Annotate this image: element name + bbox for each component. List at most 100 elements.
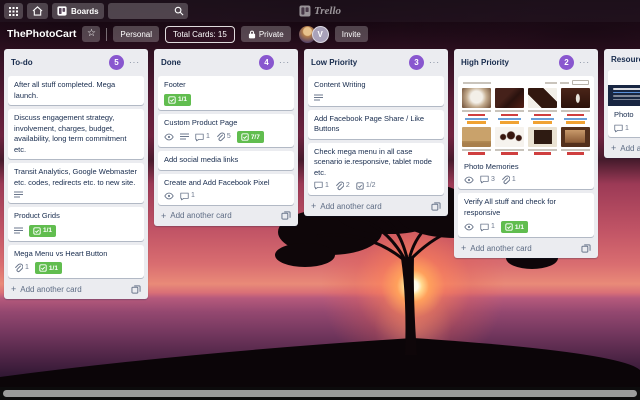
member-avatar-v[interactable]: V [312, 26, 329, 43]
card-template-icon[interactable] [131, 285, 141, 294]
card[interactable]: Create and Add Facebook Pixel 1 [158, 174, 294, 205]
watch-icon [464, 223, 474, 231]
personal-button-label: Personal [120, 30, 152, 39]
trello-logo[interactable]: Trello [299, 0, 341, 22]
card[interactable]: Discuss engagement strategy, involvement… [8, 109, 144, 159]
card[interactable]: Photo 1 [608, 70, 640, 137]
card-badges [314, 94, 438, 102]
list-name[interactable]: To-do [11, 58, 105, 67]
boards-icon [57, 6, 67, 16]
home-button[interactable] [27, 3, 48, 19]
card[interactable]: Check mega menu in all case scenario ie.… [308, 143, 444, 196]
checklist-badge: 1/1 [501, 221, 528, 233]
card-title: Create and Add Facebook Pixel [164, 178, 288, 189]
card-title: Mega Menu vs Heart Button [14, 249, 138, 260]
visibility-button[interactable]: Private [241, 26, 291, 42]
list-resources: Resources Photo 1 + Add another card [604, 49, 640, 158]
comment-icon: 1 [480, 222, 495, 232]
checklist-badge: 7/7 [237, 131, 264, 143]
card-title: Photo Memories [464, 162, 588, 173]
board-header: ThePhotoCart ☆ Personal Total Cards: 15 … [0, 22, 640, 46]
card[interactable]: Transit Analytics, Google Webmaster etc.… [8, 163, 144, 203]
add-card-button[interactable]: + Add another card [608, 141, 640, 155]
product-thumb [462, 88, 491, 124]
add-card-button[interactable]: + Add another card [8, 282, 144, 296]
card-badges: 1 [614, 124, 640, 134]
star-board-button[interactable]: ☆ [82, 26, 100, 42]
card-badges: 1/1 [164, 94, 288, 106]
list-name[interactable]: Resources [611, 55, 640, 64]
card-title: Discuss engagement strategy, involvement… [14, 113, 138, 155]
list-name[interactable]: High Priority [461, 58, 555, 67]
card-cover-product-grid [458, 76, 594, 158]
card-badges: 1 2 1/2 [314, 181, 438, 191]
checklist-badge: 1/1 [164, 94, 191, 106]
card-title: Transit Analytics, Google Webmaster etc.… [14, 167, 138, 188]
card-badges: 1 [164, 191, 288, 201]
trello-logo-icon [299, 5, 311, 17]
add-card-button[interactable]: + Add another card [308, 199, 444, 213]
card-count-badge: 5 [109, 55, 124, 70]
add-card-label: Add another card [470, 244, 577, 253]
watch-icon [164, 192, 174, 200]
list-todo: To-do 5 ··· After all stuff completed. M… [4, 49, 148, 299]
plus-icon: + [11, 284, 16, 294]
card[interactable]: Footer 1/1 [158, 76, 294, 110]
card[interactable]: Mega Menu vs Heart Button 1 1/1 [8, 245, 144, 279]
list-menu-button[interactable]: ··· [428, 58, 441, 67]
horizontal-scrollbar-thumb[interactable] [3, 390, 637, 397]
add-card-button[interactable]: + Add another card [158, 209, 294, 223]
watch-icon [164, 133, 174, 141]
card[interactable]: Content Writing [308, 76, 444, 106]
search-input[interactable] [108, 3, 188, 19]
product-thumb [462, 127, 491, 155]
visibility-label: Private [259, 30, 284, 39]
card-badges: 1 5 7/7 [164, 131, 288, 143]
total-cards-label: Total Cards: 15 [173, 30, 227, 39]
add-card-button[interactable]: + Add another card [458, 241, 594, 255]
apps-grid-button[interactable] [4, 3, 23, 19]
boards-button-label: Boards [71, 7, 99, 16]
attachment-icon: 1 [14, 263, 29, 273]
total-cards-badge: Total Cards: 15 [165, 26, 235, 43]
card[interactable]: Product Grids 1/1 [8, 207, 144, 241]
card-title: Custom Product Page [164, 118, 288, 129]
checklist-icon [168, 96, 176, 104]
product-thumb [528, 88, 557, 124]
card-template-icon[interactable] [281, 211, 291, 220]
card-title: Check mega menu in all case scenario ie.… [314, 147, 438, 179]
card-template-icon[interactable] [581, 244, 591, 253]
description-icon [180, 133, 189, 141]
card[interactable]: After all stuff completed. Mega launch. [8, 76, 144, 105]
boards-button[interactable]: Boards [52, 3, 104, 19]
list-name[interactable]: Done [161, 58, 255, 67]
card[interactable]: Custom Product Page 1 5 7/7 [158, 114, 294, 148]
card-badges: 1/1 [14, 225, 138, 237]
product-thumb [495, 127, 524, 155]
checklist-icon-gray: 1/2 [356, 181, 376, 191]
personal-button[interactable]: Personal [113, 26, 159, 42]
search-icon [174, 6, 184, 16]
list-menu-button[interactable]: ··· [278, 58, 291, 67]
list-name[interactable]: Low Priority [311, 58, 405, 67]
description-icon [14, 191, 23, 199]
list-done: Done 4 ··· Footer 1/1 Custom Product Pag… [154, 49, 298, 226]
attachment-icon: 5 [216, 132, 231, 142]
card[interactable]: Add Facebook Page Share / Like Buttons [308, 110, 444, 139]
product-thumb [495, 88, 524, 124]
card-title: Verify All stuff and check for responsiv… [464, 197, 588, 218]
list-menu-button[interactable]: ··· [578, 58, 591, 67]
add-card-label: Add another card [170, 211, 277, 220]
star-icon: ☆ [87, 29, 96, 39]
card-count-badge: 2 [559, 55, 574, 70]
card[interactable]: Add social media links [158, 151, 294, 170]
card-photo-memories[interactable]: Photo Memories 3 1 [458, 76, 594, 189]
list-menu-button[interactable]: ··· [128, 58, 141, 67]
card-template-icon[interactable] [431, 202, 441, 211]
card-title: Product Grids [14, 211, 138, 222]
board-title: ThePhotoCart [7, 28, 76, 40]
list-header: Low Priority 3 ··· [308, 53, 444, 76]
card[interactable]: Verify All stuff and check for responsiv… [458, 193, 594, 237]
comment-icon: 1 [614, 124, 629, 134]
invite-button[interactable]: Invite [335, 26, 368, 42]
